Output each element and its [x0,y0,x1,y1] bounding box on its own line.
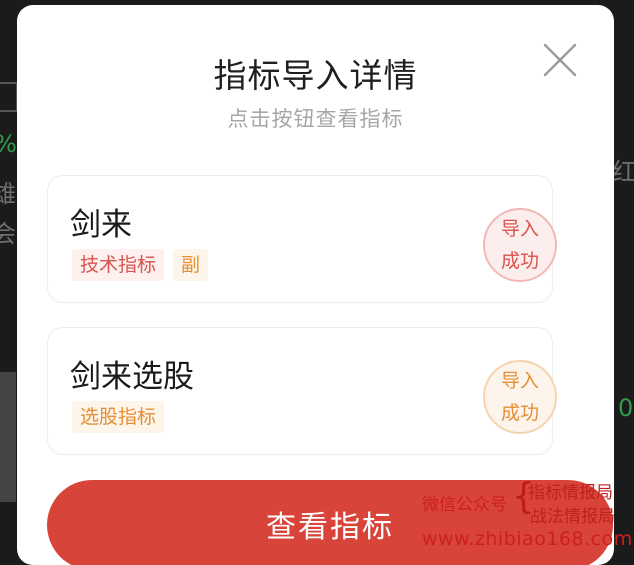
background-text: % [0,132,17,156]
close-icon [543,43,577,77]
background-panel [0,372,16,502]
indicator-card[interactable]: 剑来 技术指标 副 导入 成功 [47,175,557,303]
import-success-stamp: 导入 成功 [483,360,557,434]
import-success-stamp: 导入 成功 [483,208,557,282]
watermark: 微信公众号 { 指标情报局 战法情报局 www.zhibiao168.com [418,474,634,554]
indicator-tags: 技术指标 副 [72,249,209,281]
stamp-line: 导入 [500,218,539,240]
indicator-name: 剑来选股 [70,359,194,395]
watermark-label: 微信公众号 [422,495,507,515]
watermark-line: 战法情报局 [530,507,615,527]
tag-screener: 选股指标 [72,401,165,433]
tag-technical: 技术指标 [72,249,165,281]
tag-sub: 副 [173,249,209,281]
background-text: 红 [612,158,634,186]
indicator-name: 剑来 [70,207,132,243]
modal-subtitle: 点击按钮查看指标 [227,107,404,131]
modal-title: 指标导入详情 [213,56,418,95]
background-text: 会 [0,220,16,248]
indicator-tags: 选股指标 [72,401,165,433]
stamp-line: 成功 [500,402,539,424]
background-box [0,82,18,112]
stamp-line: 导入 [500,370,539,392]
background-text: 雄 [0,180,16,208]
stamp-line: 成功 [500,250,539,272]
watermark-url: www.zhibiao168.com [422,528,633,550]
background-text: 0 [618,394,634,422]
indicator-card[interactable]: 剑来选股 选股指标 导入 成功 [47,327,557,455]
close-button[interactable] [542,42,578,78]
watermark-line: 指标情报局 [528,483,613,503]
